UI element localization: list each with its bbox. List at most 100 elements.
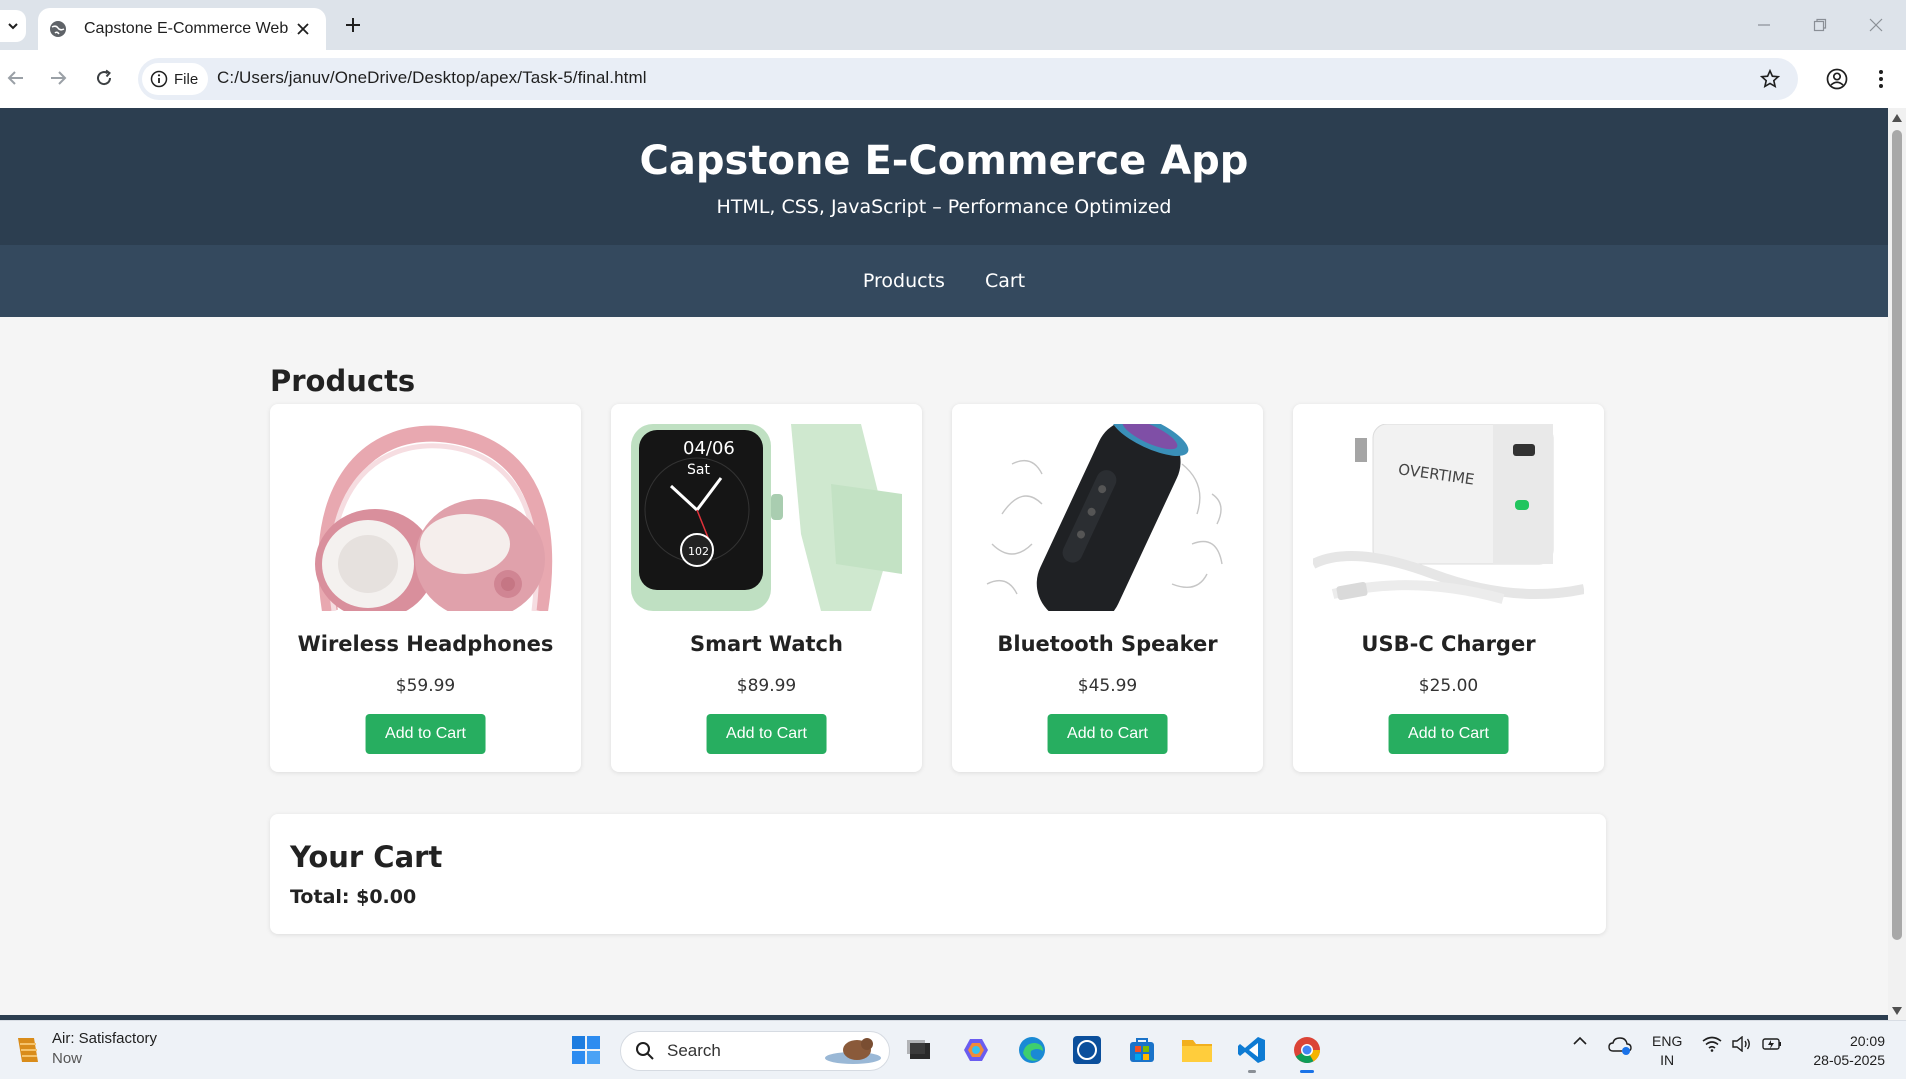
forward-button[interactable] xyxy=(42,62,74,94)
chrome-active-indicator xyxy=(1300,1070,1314,1073)
arrow-left-icon xyxy=(7,71,23,85)
edge-app[interactable] xyxy=(1013,1031,1051,1069)
taskbar-search[interactable]: Search xyxy=(620,1031,890,1071)
restore-icon xyxy=(1813,18,1827,32)
tab-close-button[interactable] xyxy=(292,18,314,40)
minimize-button[interactable] xyxy=(1750,12,1778,38)
site-chip-label: File xyxy=(174,70,199,88)
copilot-app[interactable] xyxy=(958,1031,996,1069)
add-to-cart-button[interactable]: Add to Cart xyxy=(365,714,486,754)
product-name: Wireless Headphones xyxy=(297,632,554,656)
site-header: Capstone E-Commerce App HTML, CSS, JavaS… xyxy=(0,108,1888,245)
air-quality-icon xyxy=(18,1037,38,1062)
chevron-down-icon xyxy=(8,23,18,30)
restore-button[interactable] xyxy=(1806,12,1834,38)
svg-text:04/06: 04/06 xyxy=(683,438,735,459)
vscode-icon xyxy=(1238,1037,1265,1063)
battery-tray[interactable] xyxy=(1760,1036,1784,1052)
product-card: 04/06 Sat 102 Smart Watch $89.99 Add to … xyxy=(611,404,922,772)
product-price: $25.00 xyxy=(1418,676,1479,696)
browser-tab[interactable]: Capstone E-Commerce Web Ap xyxy=(38,8,326,50)
product-image: OVERTIME xyxy=(1313,424,1584,611)
bookmark-button[interactable] xyxy=(1757,66,1783,92)
cloud-icon xyxy=(1608,1037,1632,1055)
url-text[interactable]: C:/Users/januv/OneDrive/Desktop/apex/Tas… xyxy=(217,68,647,88)
task-view-icon xyxy=(907,1040,930,1059)
weather-subtitle: Now xyxy=(52,1050,83,1067)
product-name: Bluetooth Speaker xyxy=(997,632,1218,656)
product-name: Smart Watch xyxy=(690,632,843,656)
account-icon xyxy=(1826,68,1848,90)
svg-text:102: 102 xyxy=(688,545,709,558)
close-icon xyxy=(1869,18,1883,32)
globe-icon xyxy=(50,21,66,37)
battery-charging-icon xyxy=(1762,1038,1781,1050)
store-app[interactable] xyxy=(1123,1031,1161,1069)
task-view-button[interactable] xyxy=(900,1031,938,1069)
lang-region: IN xyxy=(1660,1052,1675,1068)
search-highlight-icon xyxy=(825,1038,881,1064)
windows-logo-icon xyxy=(572,1036,600,1064)
nav-link-cart[interactable]: Cart xyxy=(985,270,1025,292)
cart-heading: Your Cart xyxy=(290,840,443,874)
scroll-up-button[interactable] xyxy=(1891,112,1903,124)
back-button[interactable] xyxy=(0,62,32,94)
plus-icon xyxy=(346,18,360,32)
onedrive-tray[interactable] xyxy=(1606,1036,1634,1056)
start-button[interactable] xyxy=(567,1031,605,1069)
close-window-button[interactable] xyxy=(1862,12,1890,38)
weather-widget[interactable]: Air: Satisfactory Now xyxy=(12,1030,157,1067)
pink-headphones-image xyxy=(290,424,561,611)
clock-date: 28-05-2025 xyxy=(1813,1052,1885,1068)
wifi-tray[interactable] xyxy=(1700,1036,1724,1052)
close-icon xyxy=(297,23,309,35)
system-clock[interactable]: 20:09 28-05-2025 xyxy=(1800,1032,1885,1070)
product-price: $89.99 xyxy=(736,676,797,696)
products-heading: Products xyxy=(270,364,416,398)
volume-tray[interactable] xyxy=(1730,1036,1754,1052)
product-name: USB-C Charger xyxy=(1361,632,1536,656)
triangle-down-icon xyxy=(1892,1007,1902,1015)
cart-total: Total: $0.00 xyxy=(290,886,417,908)
edge-icon xyxy=(1019,1037,1045,1063)
product-price: $59.99 xyxy=(395,676,456,696)
site-nav: Products Cart xyxy=(0,245,1888,317)
nav-link-products[interactable]: Products xyxy=(863,270,945,292)
product-card: Bluetooth Speaker $45.99 Add to Cart xyxy=(952,404,1263,772)
new-tab-button[interactable] xyxy=(340,12,366,38)
dell-app[interactable] xyxy=(1068,1031,1106,1069)
tab-search-button[interactable] xyxy=(0,10,26,42)
search-icon xyxy=(636,1042,654,1060)
add-to-cart-button[interactable]: Add to Cart xyxy=(1388,714,1509,754)
star-icon xyxy=(1760,69,1780,89)
vscode-app[interactable] xyxy=(1233,1031,1271,1069)
vscode-running-indicator xyxy=(1248,1070,1256,1073)
triangle-up-icon xyxy=(1892,114,1902,122)
tab-title: Capstone E-Commerce Web Ap xyxy=(84,20,292,37)
page-viewport: Capstone E-Commerce App HTML, CSS, JavaS… xyxy=(0,108,1888,1015)
scrollbar-thumb[interactable] xyxy=(1892,130,1902,940)
profile-button[interactable] xyxy=(1822,64,1852,94)
add-to-cart-button[interactable]: Add to Cart xyxy=(1047,714,1168,754)
speaker-volume-icon xyxy=(1732,1036,1750,1052)
scroll-down-button[interactable] xyxy=(1891,1005,1903,1017)
info-icon xyxy=(150,70,168,88)
black-speaker-image xyxy=(972,424,1243,611)
store-icon xyxy=(1130,1038,1154,1062)
product-price: $45.99 xyxy=(1077,676,1138,696)
add-to-cart-button[interactable]: Add to Cart xyxy=(706,714,827,754)
product-image xyxy=(972,424,1243,611)
product-card: OVERTIME USB-C Charger $25.00 Add to Car… xyxy=(1293,404,1604,772)
language-indicator[interactable]: ENG IN xyxy=(1652,1032,1682,1070)
chrome-icon xyxy=(1294,1037,1321,1064)
reload-button[interactable] xyxy=(88,62,120,94)
browser-menu-button[interactable] xyxy=(1866,64,1896,94)
file-explorer-app[interactable] xyxy=(1178,1031,1216,1069)
chrome-app[interactable] xyxy=(1288,1031,1326,1069)
wifi-icon xyxy=(1702,1036,1722,1052)
weather-title: Air: Satisfactory xyxy=(52,1030,158,1047)
clock-time: 20:09 xyxy=(1849,1033,1885,1049)
chevron-up-icon xyxy=(1573,1036,1587,1045)
show-hidden-icons-button[interactable] xyxy=(1568,1036,1592,1046)
site-info-button[interactable]: File xyxy=(142,63,208,95)
